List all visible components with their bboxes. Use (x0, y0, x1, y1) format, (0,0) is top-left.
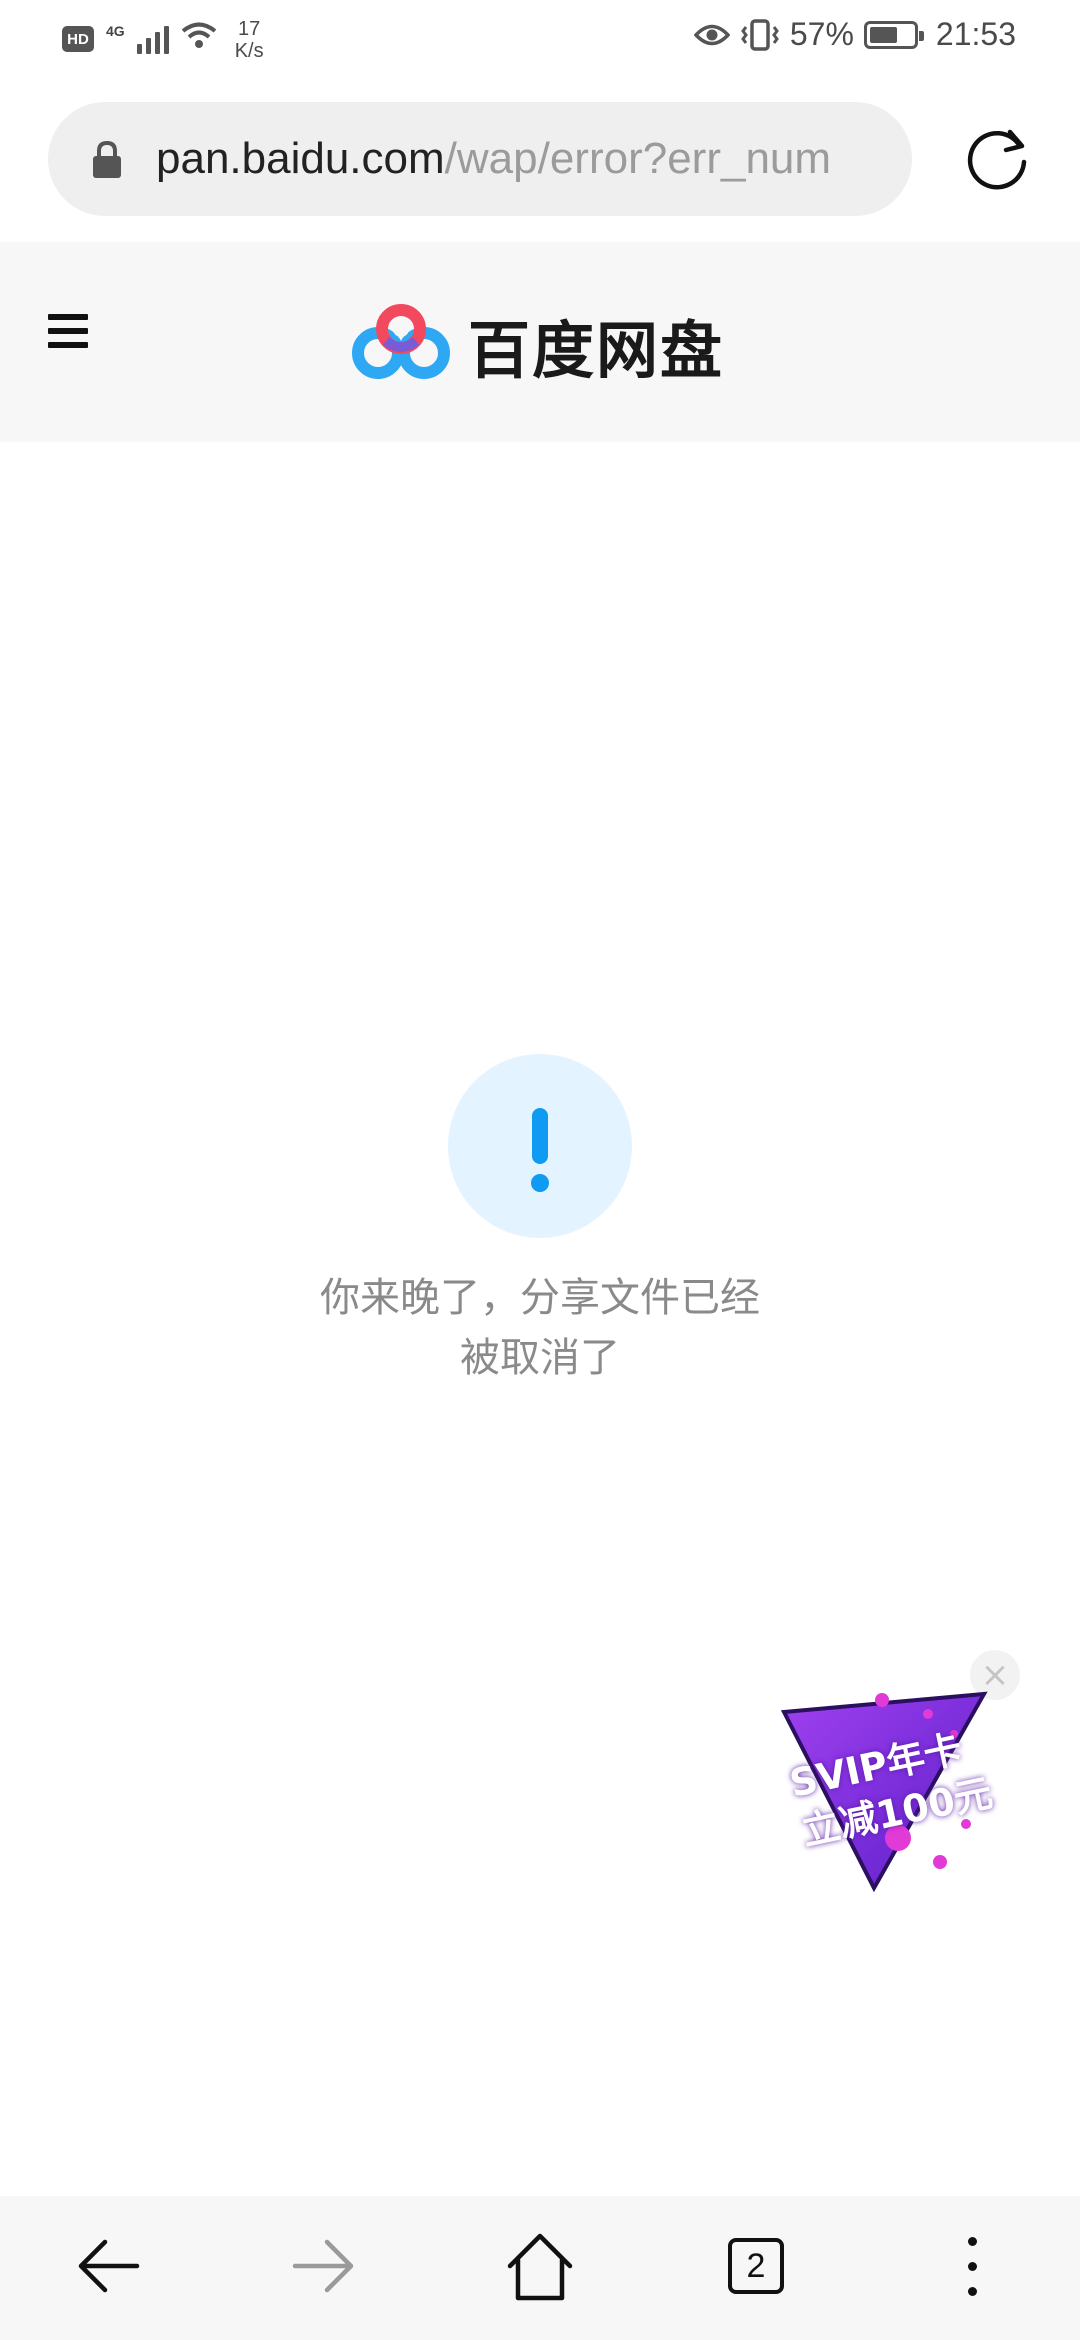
tabs-button[interactable]: 2 (716, 2226, 796, 2306)
clock: 21:53 (935, 16, 1016, 52)
browser-bottom-nav: 2 (0, 2196, 1080, 2340)
forward-button[interactable] (284, 2226, 364, 2306)
error-icon (448, 1054, 632, 1238)
hd-badge: HD (62, 26, 94, 52)
menu-icon[interactable] (48, 314, 88, 348)
error-message: 你来晚了，分享文件已经 被取消了 (290, 1268, 790, 1388)
battery-percent: 57% (789, 16, 854, 52)
eye-icon (693, 24, 730, 45)
brand-logo[interactable]: 百度网盘 (350, 300, 724, 390)
status-right: 57% 21:53 (693, 16, 1016, 53)
status-bar: HD 4G 17 K/s 57% 21:53 (0, 0, 1080, 76)
network-speed: 17 K/s (235, 18, 264, 62)
error-message-line2: 被取消了 (460, 1335, 620, 1381)
status-left: HD 4G 17 K/s (62, 18, 264, 62)
url-path: /wap/error?err_num (444, 134, 832, 183)
lock-icon (93, 140, 121, 178)
wifi-icon (181, 22, 216, 48)
speed-unit: K/s (234, 40, 264, 62)
svip-promo-badge[interactable]: SVIP年卡 立减100元 (770, 1690, 1000, 1900)
back-button[interactable] (68, 2226, 148, 2306)
network-type: 4G (106, 23, 125, 39)
vibrate-icon (741, 18, 779, 51)
address-bar[interactable]: pan.baidu.com/wap/error?err_num (48, 102, 912, 216)
forward-arrow-icon (292, 2239, 354, 2293)
back-arrow-icon (78, 2239, 140, 2293)
home-button[interactable] (500, 2226, 580, 2306)
site-header: 百度网盘 (0, 242, 1080, 442)
tab-count: 2 (728, 2238, 784, 2294)
brand-name: 百度网盘 (468, 314, 725, 387)
url-host: pan.baidu.com (156, 134, 445, 183)
reload-icon[interactable] (962, 122, 1034, 194)
more-vertical-icon[interactable] (932, 2226, 1012, 2306)
home-icon (507, 2233, 573, 2301)
url-text[interactable]: pan.baidu.com/wap/error?err_num (156, 102, 896, 216)
error-message-line1: 你来晚了，分享文件已经 (320, 1275, 760, 1321)
battery-fill (869, 26, 897, 43)
signal-strength-icon (136, 22, 169, 54)
battery-icon (863, 20, 924, 49)
speed-value: 17 (238, 18, 261, 40)
cellular-indicator: 4G (106, 18, 125, 38)
baidu-pan-logo-icon (352, 304, 450, 379)
